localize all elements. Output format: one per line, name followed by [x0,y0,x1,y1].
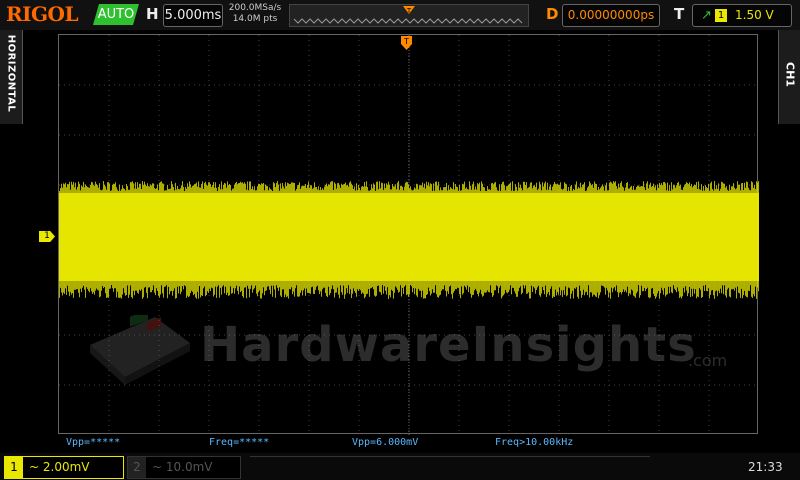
trigger-label: T [674,5,685,23]
bottom-divider [250,456,650,478]
trigger-marker-label: T [403,37,409,46]
acquisition-info: 200.0MSa/s 14.0M pts [226,3,284,25]
ch1-scale: ~ 2.00mV [29,460,90,474]
delay-value[interactable]: 0.00000000ps [562,4,660,27]
ch2-scale: ~ 10.0mV [152,460,213,474]
ch2-number: 2 [128,457,146,478]
rising-edge-icon: ↗ [701,8,712,23]
clock: 21:33 [748,460,783,474]
timebase-value[interactable]: 5.000ms [163,4,223,27]
horizontal-menu-tab[interactable]: HORIZONTAL [0,30,23,124]
delay-label: D [546,5,559,23]
memory-waveform-icon: T [293,6,523,24]
measurement-freq-2: Freq>10.00kHz [495,437,574,448]
ch1-waveform-trace [59,181,759,299]
memory-overview-bar: T [289,4,529,27]
watermark-text: HardwareInsights [200,317,697,373]
measurement-vpp-1: Vpp=***** [66,437,121,448]
horizontal-tab-label: HORIZONTAL [5,34,17,113]
ch1-scale-button[interactable]: 1 ~ 2.00mV [4,456,124,479]
memory-trigger-marker: T [406,7,412,15]
timebase-label: H [146,5,159,23]
trigger-level: 1.50 V [735,8,774,22]
ch1-tab-label: CH1 [783,62,797,87]
ch1-number: 1 [5,457,23,478]
trigger-settings[interactable]: ↗ 1 1.50 V [692,4,792,27]
measurement-freq-1: Freq=***** [209,437,270,448]
ch1-offset-marker[interactable]: 1 [39,231,55,242]
ch2-scale-button[interactable]: 2 ~ 10.0mV [127,456,241,479]
sample-rate: 200.0MSa/s [228,3,282,13]
run-mode-button[interactable]: AUTO [93,4,139,25]
trigger-position-marker[interactable]: T [401,36,412,52]
circuit-board-logo-icon [90,310,190,385]
memory-depth: 14.0M pts [232,14,278,24]
brand-logo: RIGOL [6,2,79,26]
measurement-vpp-2: Vpp=6.000mV [352,437,419,448]
ch1-menu-tab[interactable]: CH1 [778,30,800,124]
trigger-source: 1 [715,9,727,22]
top-status-bar: RIGOL AUTO H 5.000ms 200.0MSa/s 14.0M pt… [0,0,800,30]
watermark-suffix: .com [688,351,728,370]
watermark: HardwareInsights .com [85,310,745,395]
